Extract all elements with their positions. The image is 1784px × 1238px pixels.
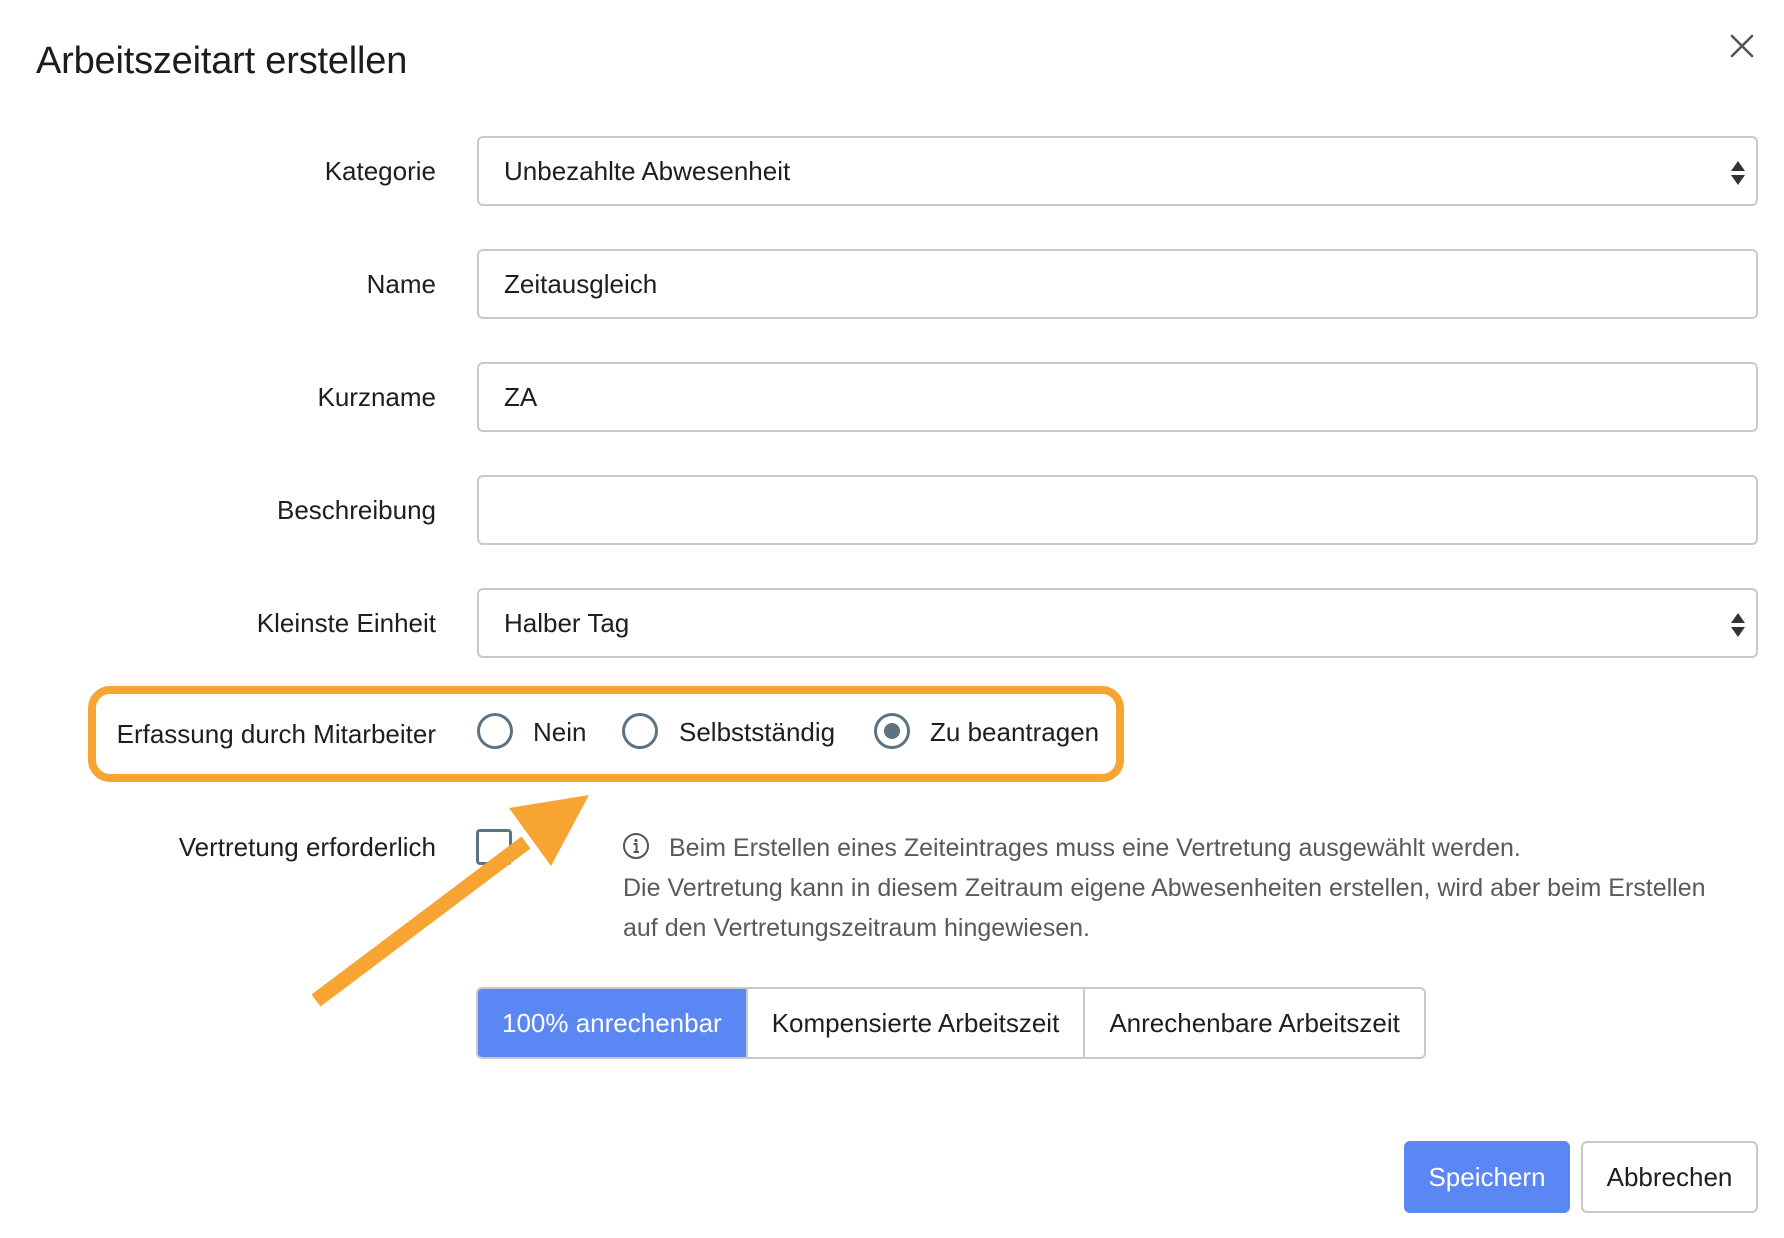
radio-selbststaendig[interactable]: [622, 713, 658, 749]
radio-label-zu-beantragen: Zu beantragen: [930, 717, 1100, 747]
segment-kompensierte-arbeitszeit[interactable]: Kompensierte Arbeitszeit: [745, 989, 1084, 1057]
erfassung-label: Erfassung durch Mitarbeiter: [116, 719, 436, 749]
close-icon: [1730, 34, 1754, 58]
kleinste-einheit-select[interactable]: Halber Tag: [477, 588, 1758, 658]
kleinste-einheit-value: Halber Tag: [504, 608, 630, 638]
kategorie-select[interactable]: Unbezahlte Abwesenheit: [477, 136, 1758, 206]
info-text-line1: Beim Erstellen eines Zeiteintrages muss …: [669, 834, 1521, 862]
info-text-line3: auf den Vertretungszeitraum hingewiesen.: [623, 914, 1090, 942]
close-button[interactable]: [1722, 26, 1762, 66]
beschreibung-input[interactable]: [477, 475, 1758, 545]
save-button[interactable]: Speichern: [1404, 1141, 1570, 1213]
beschreibung-label: Beschreibung: [277, 495, 436, 525]
name-value: Zeitausgleich: [504, 269, 658, 299]
vertretung-checkbox[interactable]: [476, 829, 512, 865]
radio-zu-beantragen[interactable]: [874, 713, 910, 749]
kategorie-value: Unbezahlte Abwesenheit: [504, 156, 791, 186]
select-arrows-icon: [1730, 160, 1746, 186]
kleinste-einheit-label: Kleinste Einheit: [256, 608, 436, 638]
kurzname-value: ZA: [504, 382, 538, 412]
kategorie-label: Kategorie: [324, 156, 436, 186]
info-text: Beim Erstellen eines Zeiteintrages muss …: [623, 828, 1753, 948]
segment-100-anrechenbar[interactable]: 100% anrechenbar: [478, 989, 746, 1057]
cancel-button[interactable]: Abbrechen: [1581, 1141, 1758, 1213]
radio-nein[interactable]: [477, 713, 513, 749]
vertretung-label: Vertretung erforderlich: [178, 832, 436, 862]
segment-anrechenbare-arbeitszeit[interactable]: Anrechenbare Arbeitszeit: [1083, 989, 1424, 1057]
info-text-line2: Die Vertretung kann in diesem Zeitraum e…: [623, 874, 1706, 902]
select-arrows-icon: [1730, 612, 1746, 638]
kurzname-label: Kurzname: [317, 382, 437, 412]
kurzname-input[interactable]: ZA: [477, 362, 1758, 432]
name-label: Name: [366, 269, 436, 299]
anrechnung-segmented-control: 100% anrechenbar Kompensierte Arbeitszei…: [476, 987, 1426, 1059]
radio-label-selbststaendig: Selbstständig: [679, 717, 836, 747]
name-input[interactable]: Zeitausgleich: [477, 249, 1758, 319]
dialog-title: Arbeitszeitart erstellen: [36, 40, 408, 82]
radio-label-nein: Nein: [533, 717, 587, 747]
